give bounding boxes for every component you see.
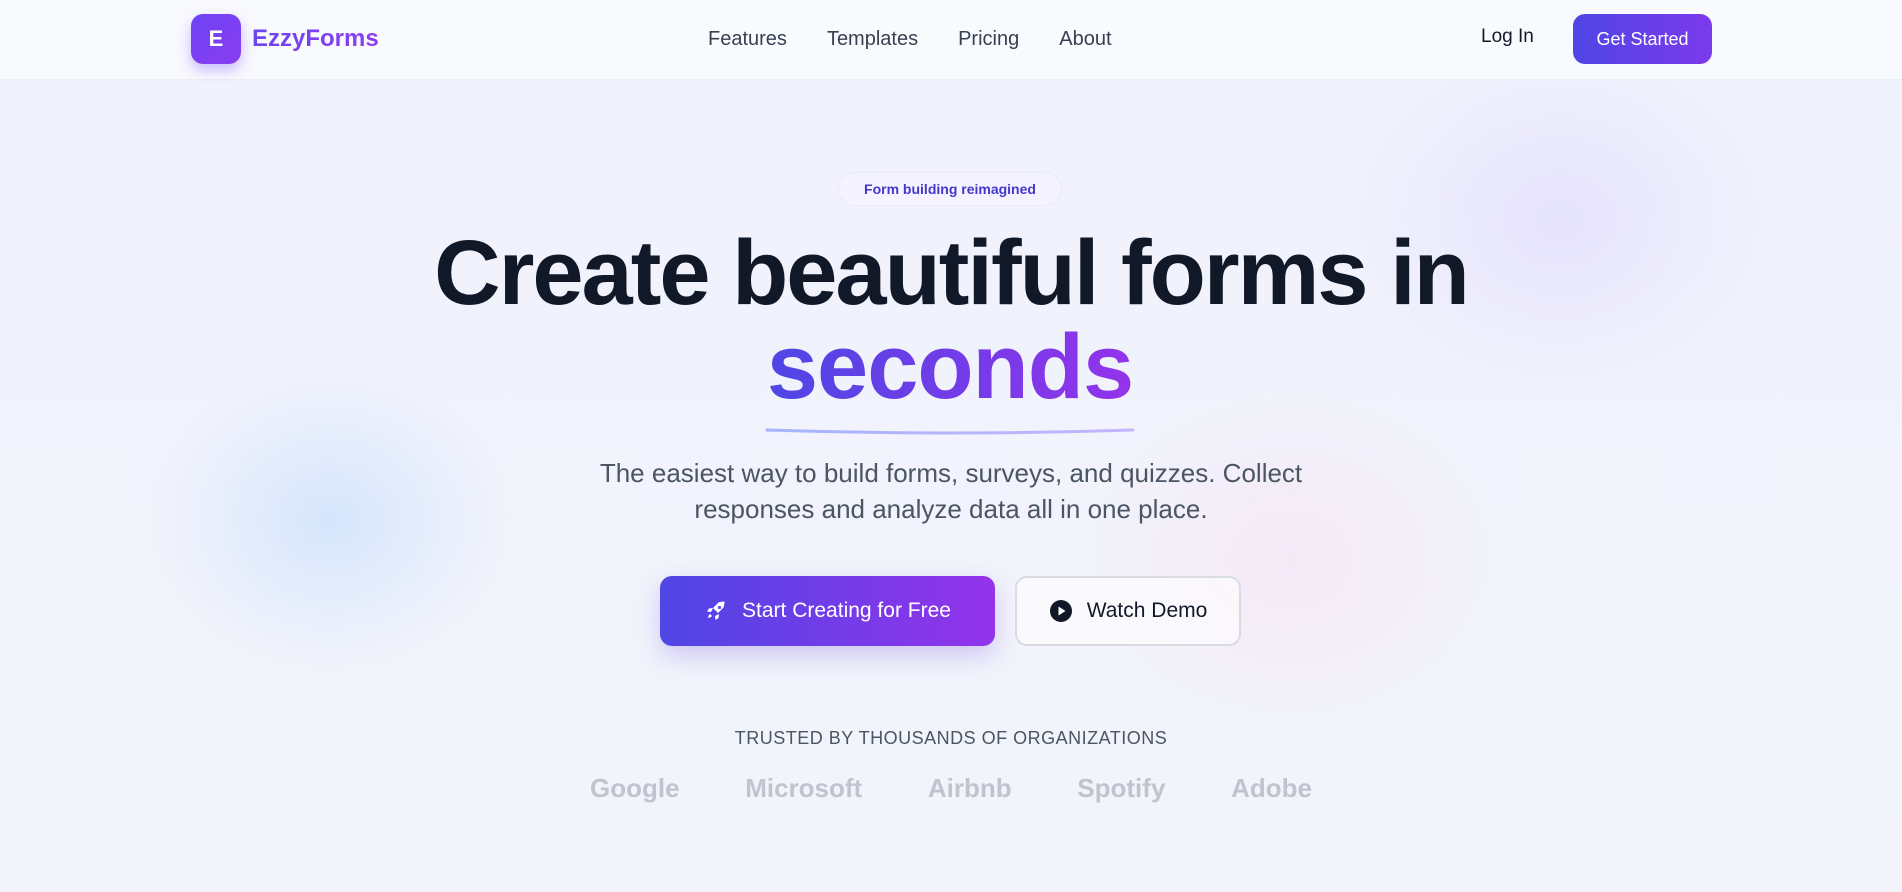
nav-link-features[interactable]: Features	[708, 28, 787, 51]
watch-demo-label: Watch Demo	[1086, 599, 1208, 622]
logo-mark: E	[191, 14, 241, 64]
start-creating-label: Start Creating for Free	[742, 599, 951, 622]
hero-headline-accent: seconds	[700, 320, 1200, 414]
rocket-icon	[704, 599, 728, 623]
company-logo-microsoft: Microsoft	[745, 772, 863, 803]
brand-logo[interactable]: E EzzyForms	[191, 14, 379, 64]
hero-headline: Create beautiful forms in	[434, 222, 1470, 324]
nav-link-templates[interactable]: Templates	[827, 28, 918, 51]
company-logo-airbnb: Airbnb	[927, 772, 1012, 803]
company-logo-google: Google	[590, 772, 680, 803]
top-navbar: E EzzyForms Features Templates Pricing A…	[0, 0, 1902, 80]
trusted-heading: TRUSTED BY THOUSANDS OF ORGANIZATIONS	[734, 728, 1168, 748]
nav-link-about[interactable]: About	[1059, 28, 1111, 51]
company-logos: Google Microsoft Airbnb Spotify Adobe	[590, 770, 1312, 806]
hero-badge: Form building reimagined	[838, 172, 1062, 206]
company-logo-spotify: Spotify	[1077, 772, 1166, 803]
start-creating-button[interactable]: Start Creating for Free	[660, 576, 995, 646]
hero-subtitle: The easiest way to build forms, surveys,…	[599, 458, 1303, 524]
brand-name: EzzyForms	[252, 25, 379, 52]
login-link[interactable]: Log In	[1481, 26, 1534, 48]
nav-link-pricing[interactable]: Pricing	[958, 28, 1019, 51]
watch-demo-button[interactable]: Watch Demo	[1015, 576, 1241, 646]
hero-headline-accent-text: seconds	[766, 316, 1134, 418]
main-nav: Features Templates Pricing About	[708, 24, 1112, 54]
play-circle-icon	[1049, 599, 1073, 623]
company-logo-adobe: Adobe	[1231, 772, 1312, 803]
headline-underline	[765, 428, 1135, 435]
get-started-button[interactable]: Get Started	[1573, 14, 1712, 64]
landing-page: E EzzyForms Features Templates Pricing A…	[0, 0, 1902, 892]
